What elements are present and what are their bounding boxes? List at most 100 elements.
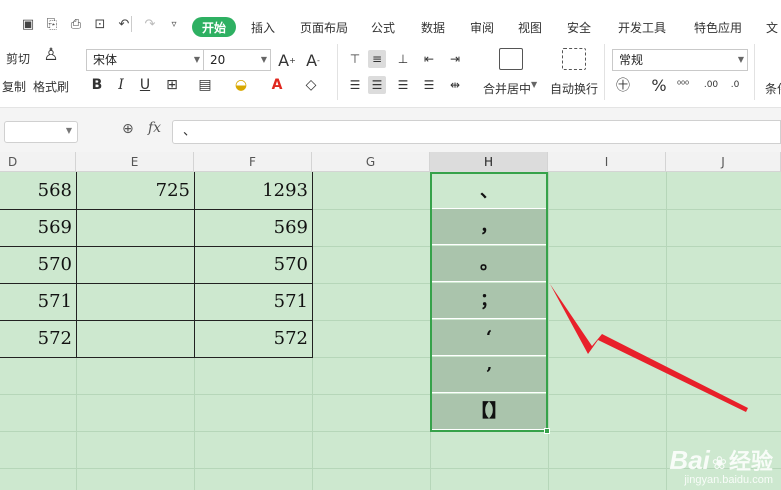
decrease-font-icon[interactable]: A- <box>304 51 322 70</box>
wrap-text-icon[interactable] <box>562 48 586 70</box>
tab-data[interactable]: 数据 <box>421 19 445 36</box>
align-top-icon[interactable]: ⊤ <box>346 50 364 68</box>
tab-start[interactable]: 开始 <box>192 17 236 37</box>
cell-d-4[interactable]: 571 <box>0 283 76 320</box>
tab-special[interactable]: 特色应用 <box>694 19 742 36</box>
cell-f-5[interactable]: 572 <box>194 320 312 357</box>
tab-review[interactable]: 审阅 <box>470 19 494 36</box>
column-headers: D E F G H I J <box>0 152 781 172</box>
tab-insert[interactable]: 插入 <box>251 19 275 36</box>
formula-bar: ▼ ⊕ fx 、 <box>0 108 781 152</box>
chevron-down-icon[interactable]: ▼ <box>531 80 537 89</box>
number-format-select[interactable]: 常规 ▼ <box>612 49 748 71</box>
cell-d-2[interactable]: 569 <box>0 209 76 246</box>
increase-decimal-icon[interactable]: .00 <box>702 76 720 94</box>
print-icon[interactable]: ⎙ <box>68 16 84 32</box>
increase-indent-icon[interactable]: ⇥ <box>446 50 464 68</box>
ribbon-divider <box>604 44 605 100</box>
copy-button[interactable]: 复制 <box>2 78 26 95</box>
cell-f-3[interactable]: 570 <box>194 246 312 283</box>
justify-icon[interactable]: ☰ <box>420 76 438 94</box>
align-middle-icon[interactable]: ≡ <box>368 50 386 68</box>
save-icon[interactable]: ▣ <box>20 16 36 32</box>
column-header-h[interactable]: H <box>430 152 548 172</box>
column-header-j[interactable]: J <box>666 152 781 172</box>
ribbon-divider <box>754 44 755 100</box>
borders-icon[interactable]: ⊞ <box>163 76 181 94</box>
clear-format-icon[interactable]: ◇ <box>302 76 320 94</box>
column-header-f[interactable]: F <box>194 152 312 172</box>
chevron-down-icon: ▼ <box>260 55 267 64</box>
thousands-separator-icon[interactable]: ⁰⁰⁰ <box>674 76 692 94</box>
fill-handle[interactable] <box>544 428 550 434</box>
italic-icon[interactable]: I <box>112 76 130 94</box>
column-header-e[interactable]: E <box>76 152 194 172</box>
cell-e-3[interactable] <box>76 246 194 283</box>
tab-security[interactable]: 安全 <box>567 19 591 36</box>
paint-brush-icon[interactable]: ♙ <box>42 45 60 65</box>
increase-font-icon[interactable]: A + <box>278 51 296 70</box>
name-box[interactable]: ▼ <box>4 121 78 143</box>
align-center-icon[interactable]: ☰ <box>368 76 386 94</box>
cell-d-5[interactable]: 572 <box>0 320 76 357</box>
customize-chevron-icon[interactable]: ▿ <box>166 16 182 32</box>
cell-e-4[interactable] <box>76 283 194 320</box>
tab-view[interactable]: 视图 <box>518 19 542 36</box>
chevron-down-icon: ▼ <box>193 55 200 64</box>
fill-color-icon[interactable]: ◒ <box>232 76 250 94</box>
formula-input[interactable]: 、 <box>172 120 781 144</box>
column-header-i[interactable]: I <box>548 152 666 172</box>
fx-icon[interactable]: fx <box>148 120 161 136</box>
column-header-d[interactable]: D <box>0 152 76 172</box>
tab-formulas[interactable]: 公式 <box>371 19 395 36</box>
app-icon[interactable]: ⎘ <box>44 16 60 32</box>
merge-center-icon[interactable] <box>499 48 523 70</box>
wrap-text-button[interactable]: 自动换行 <box>550 80 598 97</box>
decrease-decimal-icon[interactable]: .0 <box>726 76 744 94</box>
font-color-icon[interactable]: A <box>268 76 286 94</box>
undo-icon[interactable]: ↶ <box>116 16 132 32</box>
column-header-g[interactable]: G <box>312 152 430 172</box>
zoom-search-icon[interactable]: ⊕ <box>122 121 134 137</box>
number-format-value: 常规 <box>619 53 644 67</box>
cell-d-1[interactable]: 568 <box>0 172 76 209</box>
ribbon: 剪切 复制 ♙ 格式刷 宋体 ▼ 20 ▼ A + A- B I U ⊞ ▤ ◒ … <box>0 40 781 108</box>
cell-e-2[interactable] <box>76 209 194 246</box>
cell-e-5[interactable] <box>76 320 194 357</box>
merge-center-button[interactable]: 合并居中 <box>483 80 531 97</box>
grid-line <box>0 431 781 432</box>
font-size-value: 20 <box>210 53 226 67</box>
watermark-brand-cn: 经验 <box>728 449 773 474</box>
underline-icon[interactable]: U <box>136 76 154 94</box>
cell-d-3[interactable]: 570 <box>0 246 76 283</box>
tab-more[interactable]: 文 <box>766 19 778 36</box>
cell-f-4[interactable]: 571 <box>194 283 312 320</box>
percent-icon[interactable]: % <box>650 76 668 95</box>
cut-button[interactable]: 剪切 <box>6 50 30 67</box>
decrease-indent-icon[interactable]: ⇤ <box>420 50 438 68</box>
red-arrow-annotation <box>550 284 748 412</box>
font-size-select[interactable]: 20 ▼ <box>203 49 271 71</box>
fill-style-icon[interactable]: ▤ <box>196 76 214 94</box>
print-preview-icon[interactable]: ⊡ <box>92 16 108 32</box>
align-bottom-icon[interactable]: ⊥ <box>394 50 412 68</box>
watermark-brand: Bai <box>669 445 710 475</box>
cell-e-1[interactable]: 725 <box>76 172 194 209</box>
tab-page-layout[interactable]: 页面布局 <box>300 19 348 36</box>
align-left-icon[interactable]: ☰ <box>346 76 364 94</box>
cell-f-1[interactable]: 1293 <box>194 172 312 209</box>
font-name-value: 宋体 <box>93 53 118 67</box>
bold-icon[interactable]: B <box>88 76 106 94</box>
align-right-icon[interactable]: ☰ <box>394 76 412 94</box>
paw-icon: ❀ <box>711 453 727 473</box>
font-name-select[interactable]: 宋体 ▼ <box>86 49 204 71</box>
currency-icon[interactable]: ㊉ <box>614 76 632 94</box>
conditional-format-button[interactable]: 条件 <box>765 80 781 97</box>
redo-icon[interactable]: ↷ <box>142 16 158 32</box>
tab-developer[interactable]: 开发工具 <box>618 19 666 36</box>
worksheet-grid[interactable]: 568 725 1293 569 569 570 570 571 571 572… <box>0 172 781 490</box>
format-painter-button[interactable]: 格式刷 <box>33 78 69 95</box>
distributed-icon[interactable]: ⇹ <box>446 76 464 94</box>
cell-f-2[interactable]: 569 <box>194 209 312 246</box>
baidu-watermark: Bai ❀经验 jingyan.baidu.com <box>669 444 773 486</box>
